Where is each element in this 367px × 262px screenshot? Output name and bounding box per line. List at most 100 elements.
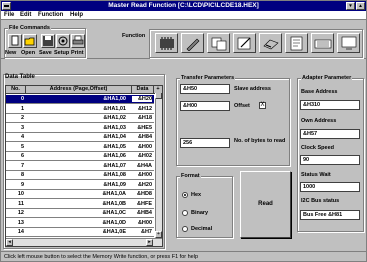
scroll-right-arrow[interactable]: ▸: [146, 239, 153, 246]
offset-checkbox[interactable]: X: [259, 102, 266, 109]
cell-no: 9: [20, 181, 24, 188]
function-write-button[interactable]: [181, 33, 204, 53]
cell-no: 5: [20, 143, 24, 150]
horizontal-scrollbar[interactable]: ◂ ▸: [6, 238, 162, 246]
function-monitor-button[interactable]: [337, 33, 360, 53]
scroll-down-arrow[interactable]: +: [155, 231, 162, 238]
save-label: Save: [39, 50, 52, 56]
edit-icon: [237, 37, 251, 50]
bytes-to-read-label: No. of bytes to read: [234, 138, 286, 144]
table-row[interactable]: 2 &HA1,02 &H18: [6, 114, 154, 123]
table-row[interactable]: 12 &HA1,0C &HB4: [6, 209, 154, 218]
adapter-parameter-label: Adapter Parameter: [301, 75, 353, 81]
cell-data: &H00: [137, 143, 152, 150]
cell-no: 0: [20, 96, 24, 102]
function-verify-button[interactable]: [259, 33, 282, 53]
cell-data: &HFE: [137, 200, 152, 207]
col-header-no: No.: [6, 86, 26, 94]
col-header-data: Data: [132, 86, 154, 94]
function-label: Function: [122, 33, 146, 39]
cell-no: 4: [20, 134, 24, 140]
cell-data: &H4A: [137, 162, 152, 169]
cell-data: &H00: [137, 219, 152, 226]
table-row[interactable]: 5 &HA1,05 &H00: [6, 143, 154, 152]
main-window: Master Read Function [C:\LCD\PIC\LCDE18.…: [0, 0, 367, 262]
window-title: Master Read Function [C:\LCD\PIC\LCDE18.…: [108, 2, 259, 9]
new-label: New: [5, 50, 17, 56]
cell-address: &HA1,0E: [102, 229, 126, 235]
cell-address: &HA1,02: [103, 115, 126, 121]
clock-speed-label: Clock Speed: [301, 145, 335, 151]
table-row[interactable]: 13 &HA1,0D &H00: [6, 219, 154, 228]
table-row[interactable]: 8 &HA1,08 &H00: [6, 171, 154, 180]
table-row[interactable]: 11 &HA1,0B &HFE: [6, 200, 154, 209]
format-decimal-radio[interactable]: [182, 226, 188, 232]
cell-no: 1: [20, 105, 24, 112]
menu-edit[interactable]: Edit: [20, 12, 31, 18]
table-row[interactable]: 4 &HA1,04 &H84: [6, 133, 154, 142]
data-table[interactable]: No. Address (Page,Offset) Data + 0 &HA1,0…: [5, 85, 163, 247]
title-bar[interactable]: Master Read Function [C:\LCD\PIC\LCDE18.…: [1, 1, 366, 11]
cell-address: &HA1,03: [103, 124, 126, 131]
bytes-to-read-input[interactable]: 256: [180, 138, 230, 148]
open-button[interactable]: [23, 34, 37, 48]
cell-address: &HA1,09: [103, 181, 126, 188]
cell-data: &HD8: [137, 191, 152, 197]
menu-bar: File Edit Function Help: [1, 11, 366, 20]
table-row[interactable]: 14 &HA1,0E &H7: [6, 228, 154, 237]
document-icon: [290, 36, 303, 51]
clock-speed-field[interactable]: 90: [300, 155, 360, 165]
minimize-button[interactable]: ▾: [346, 2, 355, 10]
function-copy-button[interactable]: [207, 33, 230, 53]
base-address-field[interactable]: &H310: [300, 100, 360, 110]
function-keyboard-button[interactable]: [311, 33, 334, 53]
menu-function[interactable]: Function: [38, 12, 63, 18]
format-label: Format: [180, 173, 201, 179]
new-button[interactable]: [8, 34, 22, 48]
keyboard-icon: [314, 39, 332, 49]
cell-address: &HA1,0A: [102, 191, 126, 197]
cell-no: 11: [18, 200, 24, 207]
table-row[interactable]: 6 &HA1,06 &H02: [6, 152, 154, 161]
menu-help[interactable]: Help: [70, 12, 83, 18]
cell-no: 8: [20, 172, 24, 178]
maximize-button[interactable]: ▴: [356, 2, 365, 10]
status-wait-field[interactable]: 1000: [300, 182, 360, 192]
own-address-field[interactable]: &H57: [300, 129, 360, 139]
setup-button[interactable]: [56, 34, 70, 48]
vertical-scrollbar[interactable]: +: [155, 93, 162, 238]
data-table-label: Data Table: [5, 74, 35, 80]
function-edit-button[interactable]: [233, 33, 256, 53]
print-button[interactable]: [71, 34, 85, 48]
table-row[interactable]: 9 &HA1,09 &H20: [6, 181, 154, 190]
read-button[interactable]: Read: [240, 171, 291, 238]
format-hex-radio[interactable]: [182, 192, 188, 198]
cell-data: &H18: [137, 115, 152, 121]
cell-no: 12: [17, 210, 24, 216]
scroll-up-arrow[interactable]: [155, 93, 162, 99]
slave-address-input[interactable]: &H50: [180, 84, 230, 94]
menu-file[interactable]: File: [4, 12, 14, 18]
cell-address: &HA1,04: [103, 134, 126, 140]
cell-address: &HA1,00: [103, 96, 126, 102]
cell-address: &HA1,0D: [102, 219, 126, 226]
status-text: Click left mouse button to select the Me…: [4, 254, 199, 260]
function-document-button[interactable]: [285, 33, 308, 53]
table-row[interactable]: 1 &HA1,01 &H12: [6, 105, 154, 114]
memory-chip-icon: [160, 37, 174, 50]
base-address-label: Base Address: [301, 89, 338, 95]
slave-address-label: Slave address: [234, 86, 271, 92]
format-binary-radio[interactable]: [182, 210, 188, 216]
bus-status-field: Bus Free &H81: [300, 210, 360, 220]
table-row[interactable]: 3 &HA1,03 &HE5: [6, 124, 154, 133]
table-row[interactable]: 10 &HA1,0A &HD8: [6, 190, 154, 199]
table-row[interactable]: 7 &HA1,07 &H4A: [6, 162, 154, 171]
offset-input[interactable]: &H00: [180, 101, 230, 111]
table-row[interactable]: 0 &HA1,00 &H20: [6, 95, 154, 104]
function-read-button[interactable]: [155, 33, 178, 53]
save-button[interactable]: [41, 34, 55, 48]
cell-no: 14: [17, 229, 24, 235]
cell-data: &H20: [137, 181, 152, 188]
cell-data: &H00: [137, 172, 152, 178]
scroll-left-arrow[interactable]: ◂: [6, 239, 13, 246]
